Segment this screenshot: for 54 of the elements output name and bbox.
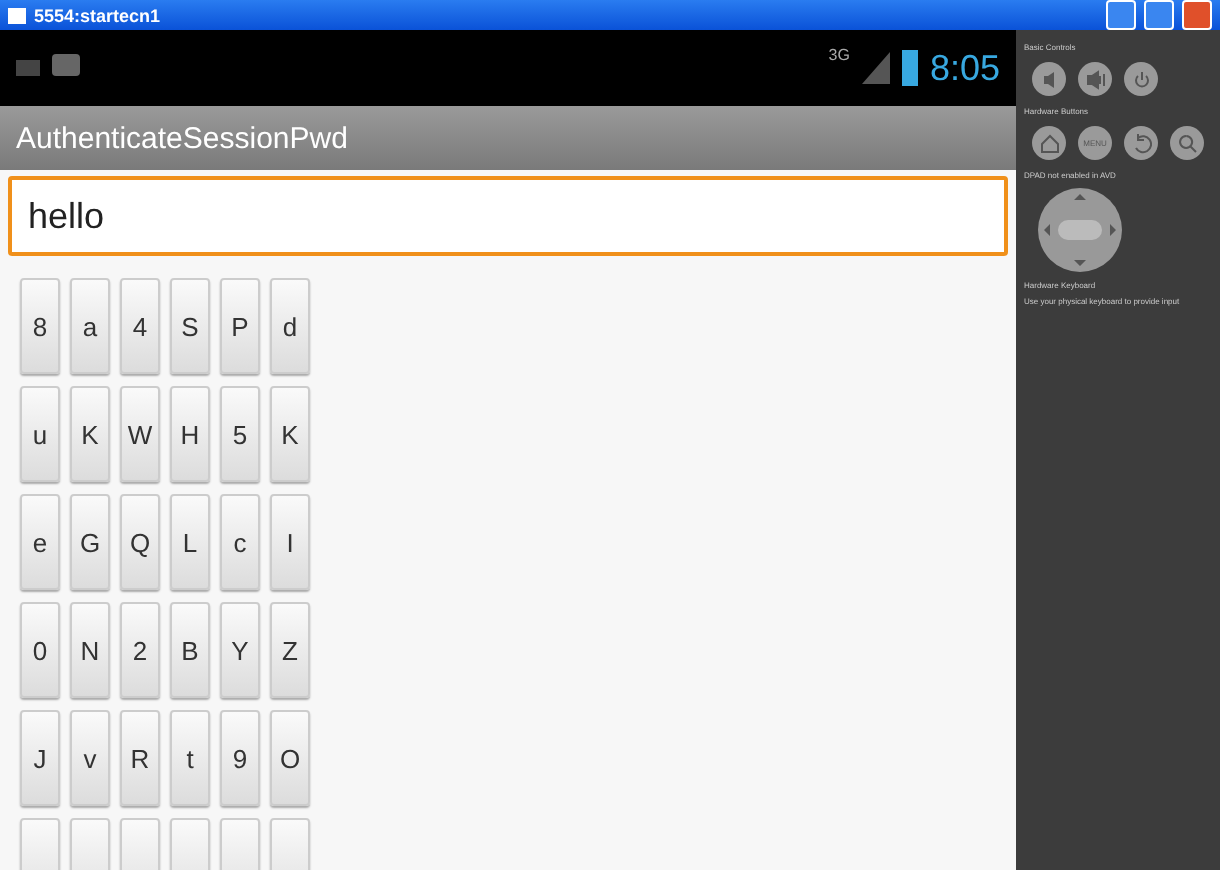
keypad-key[interactable]: 0 — [20, 602, 60, 698]
password-field[interactable]: hello — [8, 176, 1008, 256]
volume-down-button[interactable] — [1032, 62, 1066, 96]
battery-icon — [901, 50, 918, 86]
back-button[interactable] — [1124, 126, 1158, 160]
keypad-key[interactable]: I — [270, 494, 310, 590]
signal-icon — [861, 52, 890, 84]
keypad-key[interactable]: K — [70, 386, 110, 482]
maximize-button[interactable] — [1144, 0, 1174, 30]
keypad-key[interactable]: B — [170, 602, 210, 698]
keypad-key[interactable]: d — [270, 278, 310, 374]
volume-up-button[interactable] — [1078, 62, 1112, 96]
screen-title: AuthenticateSessionPwd — [16, 121, 348, 155]
home-button[interactable] — [1032, 126, 1066, 160]
undo-icon — [1131, 133, 1151, 153]
keypad-key[interactable]: a — [70, 278, 110, 374]
keypad-key[interactable]: 4 — [120, 278, 160, 374]
keypad-key[interactable]: 5 — [220, 386, 260, 482]
keypad-key[interactable]: u — [20, 386, 60, 482]
keypad-key[interactable]: c — [220, 494, 260, 590]
keypad-key[interactable]: P — [220, 278, 260, 374]
minimize-button[interactable] — [1106, 0, 1136, 30]
keypad-key[interactable]: K — [270, 386, 310, 482]
keypad-key[interactable]: Z — [270, 602, 310, 698]
keypad-key[interactable]: Q — [120, 494, 160, 590]
keypad-key[interactable]: W — [120, 386, 160, 482]
power-icon — [1131, 69, 1151, 89]
window-title: 5554:startecn1 — [34, 5, 163, 25]
keypad-key[interactable]: e — [20, 494, 60, 590]
keypad-key[interactable]: N — [70, 602, 110, 698]
search-button[interactable] — [1170, 126, 1204, 160]
close-button[interactable] — [1182, 0, 1212, 30]
keypad-key[interactable]: G — [70, 494, 110, 590]
window-icon — [8, 7, 26, 23]
speaker-icon — [1039, 69, 1059, 89]
dpad-drawing — [1036, 186, 1124, 274]
keypad-key[interactable]: R — [120, 710, 160, 806]
search-icon — [1177, 133, 1197, 153]
keypad-key[interactable]: H — [170, 386, 210, 482]
power-button[interactable] — [1124, 62, 1158, 96]
keypad-key[interactable]: O — [270, 710, 310, 806]
keypad-key[interactable]: v — [70, 710, 110, 806]
keypad-key[interactable]: 8 — [20, 278, 60, 374]
keypad-key[interactable]: S — [170, 278, 210, 374]
home-icon — [1039, 133, 1059, 153]
speaker-icon — [1085, 69, 1105, 89]
keypad-key[interactable]: J — [20, 710, 60, 806]
keypad-key[interactable]: Y — [220, 602, 260, 698]
network-label: 3G — [828, 46, 850, 64]
clock: 8:05 — [929, 47, 1000, 89]
keypad-key[interactable]: L — [170, 494, 210, 590]
keypad-key[interactable]: 9 — [220, 710, 260, 806]
keypad-key[interactable]: t — [170, 710, 210, 806]
keypad-key[interactable]: 2 — [120, 602, 160, 698]
